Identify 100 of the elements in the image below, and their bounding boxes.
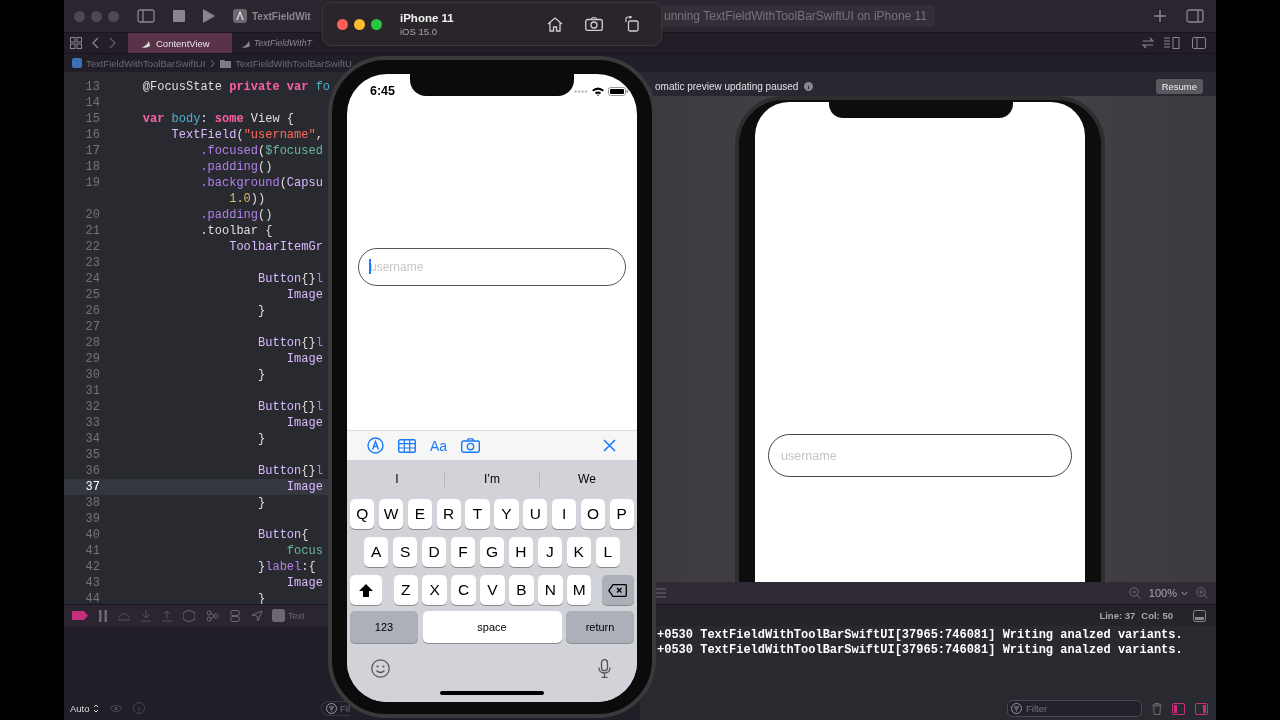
pause-icon[interactable] [99,609,107,622]
zoom-menu[interactable]: 100% [1148,587,1188,599]
line-number: 27 [84,320,100,334]
key[interactable]: M [567,575,592,605]
key[interactable]: W [378,499,404,529]
text-format-button[interactable]: Aa [430,437,448,454]
trash-icon[interactable] [1152,702,1162,715]
line-number: 15 [84,112,100,126]
eye-icon[interactable] [108,703,123,713]
adjust-editor-icon[interactable] [1164,37,1180,49]
text-field[interactable]: username [358,248,626,286]
key[interactable]: H [508,537,534,567]
shift-key[interactable] [350,575,382,605]
key[interactable]: R [436,499,461,529]
key[interactable]: S [392,537,418,567]
location-icon[interactable] [251,609,263,622]
filter-field[interactable]: Filter [1007,700,1142,717]
key[interactable]: J [537,537,563,567]
cube-icon[interactable] [183,609,195,622]
key[interactable]: C [451,575,476,605]
suggestion[interactable]: I [350,465,444,492]
battery-icon [608,86,628,96]
text-field[interactable]: username [768,434,1072,477]
os-version: iOS 15.0 [400,25,438,37]
inspector-icon[interactable] [1186,9,1204,23]
line-number: 13 [84,80,100,94]
scope-menu[interactable]: Auto [70,702,99,714]
key[interactable]: P [609,499,634,529]
code-line: Button{}l [257,272,323,286]
key[interactable]: T [465,499,490,529]
key[interactable]: Q [350,499,375,529]
close-icon[interactable] [603,439,616,452]
markup-icon[interactable] [367,437,384,454]
key[interactable]: V [480,575,505,605]
line-number: 18 [84,160,100,174]
sidebar-icon[interactable] [137,9,155,23]
key[interactable]: E [407,499,433,529]
editor-tab[interactable]: ContentView [128,33,232,53]
zoom-in-icon[interactable] [1196,587,1208,599]
delete-icon [608,583,628,597]
suggestion[interactable]: We [540,465,634,492]
window-controls-icon[interactable] [337,18,382,30]
line-number: 17 [84,144,100,158]
suggestion[interactable]: I’m [445,465,539,492]
left-panel-icon[interactable] [1172,702,1185,715]
key[interactable]: L [595,537,620,567]
graph-icon[interactable] [206,609,219,622]
code-line: Button{}l [257,336,323,350]
code-line: Image [285,576,323,590]
forward-icon[interactable] [109,37,116,49]
key[interactable]: O [580,499,606,529]
key[interactable]: A [364,537,389,567]
grid-icon[interactable] [70,37,82,49]
key[interactable]: N [538,575,563,605]
split-editor-icon[interactable] [1192,37,1206,49]
step-out-icon[interactable] [162,609,172,622]
scheme-name[interactable]: TextFieldWit [252,10,311,22]
plus-icon[interactable] [1154,10,1166,22]
rotate-icon[interactable] [625,16,639,32]
delete-key[interactable] [601,575,634,605]
key[interactable]: I [551,499,577,529]
wifi-icon [592,86,604,96]
line-number: 41 [84,544,100,558]
return-key[interactable]: return [566,611,634,643]
line-number: 14 [84,96,100,110]
back-icon[interactable] [92,37,99,49]
panel-icon[interactable] [1193,609,1206,622]
play-icon[interactable] [203,9,215,23]
resume-button[interactable]: Resume [1155,78,1203,94]
filter-icon [325,702,337,714]
key[interactable]: Y [494,499,519,529]
line-number: 35 [84,448,100,462]
editor-tab[interactable]: TextFieldWithT [237,33,312,53]
line-number: 25 [84,288,100,302]
emoji-icon[interactable] [371,659,390,678]
screenshot-icon[interactable] [585,17,603,31]
zoom-out-icon[interactable] [1128,587,1141,599]
key[interactable]: X [422,575,447,605]
step-in-icon[interactable] [141,609,151,622]
home-icon[interactable] [547,16,563,32]
key[interactable]: U [523,499,548,529]
step-over-icon[interactable] [118,610,130,621]
table-icon[interactable] [398,438,416,453]
key[interactable]: F [450,537,476,567]
info-icon[interactable] [804,81,814,91]
numbers-key[interactable]: 123 [350,611,418,643]
key[interactable]: D [421,537,447,567]
key[interactable]: K [566,537,591,567]
breakpoint-icon[interactable] [72,611,88,620]
key[interactable]: G [479,537,505,567]
toggle-icon[interactable] [230,609,240,622]
code-line: } [257,496,266,510]
camera-icon[interactable] [461,438,481,453]
key[interactable]: B [509,575,534,605]
key[interactable]: Z [393,575,418,605]
microphone-icon[interactable] [598,659,611,678]
right-panel-icon[interactable] [1195,702,1208,715]
code-line: .padding() [199,208,273,222]
swap-icon[interactable] [1142,37,1154,49]
space-key[interactable]: space [422,611,562,643]
